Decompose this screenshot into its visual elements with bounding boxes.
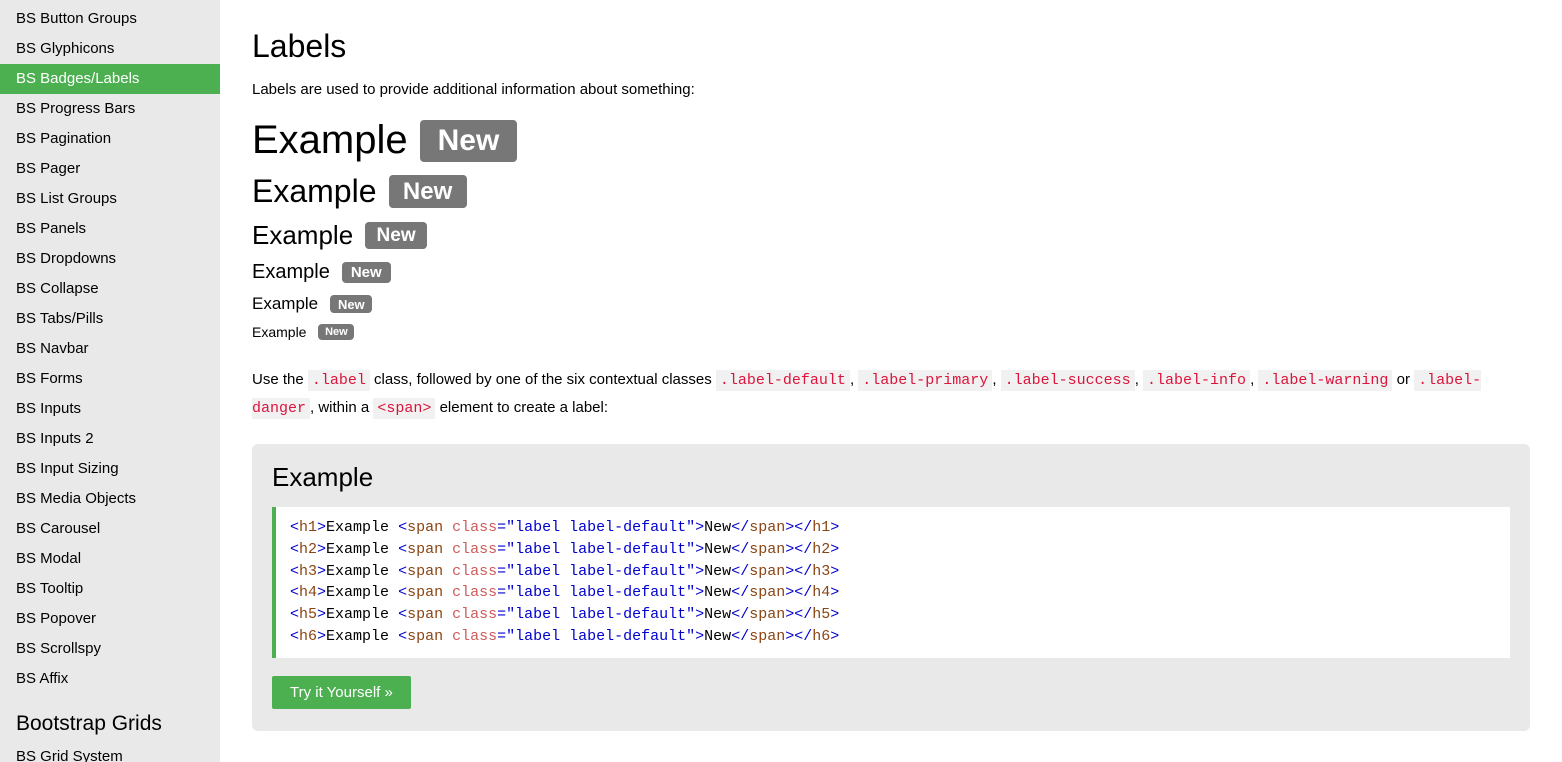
label-badge: New — [342, 262, 391, 283]
label-examples: ExampleNewExampleNewExampleNewExampleNew… — [252, 118, 1530, 340]
example-text: Example — [252, 220, 353, 251]
code-label-info: .label-info — [1143, 370, 1250, 391]
sidebar-item-bs-collapse[interactable]: BS Collapse — [0, 274, 220, 304]
sidebar-item-bs-pagination[interactable]: BS Pagination — [0, 124, 220, 154]
label-badge: New — [420, 120, 518, 162]
section-title: Labels — [252, 28, 1530, 65]
sidebar-item-bs-inputs-2[interactable]: BS Inputs 2 — [0, 424, 220, 454]
code-line: <h4>Example <span class="label label-def… — [290, 582, 1496, 604]
example-text: Example — [252, 324, 306, 340]
example-text: Example — [252, 118, 408, 163]
sidebar-item-bs-tooltip[interactable]: BS Tooltip — [0, 574, 220, 604]
main-content: Labels Labels are used to provide additi… — [220, 0, 1562, 762]
sidebar-section-header-grids: Bootstrap Grids — [0, 694, 220, 742]
label-badge: New — [365, 222, 427, 249]
sidebar-item-bs-panels[interactable]: BS Panels — [0, 214, 220, 244]
label-badge: New — [389, 175, 467, 209]
example-h3: Example New — [252, 220, 1530, 251]
sidebar-item-bs-dropdowns[interactable]: BS Dropdowns — [0, 244, 220, 274]
example-text: Example — [252, 173, 377, 210]
code-label-success: .label-success — [1001, 370, 1135, 391]
sidebar-item-bs-navbar[interactable]: BS Navbar — [0, 334, 220, 364]
intro-text: Labels are used to provide additional in… — [252, 81, 1530, 98]
code-label-primary: .label-primary — [858, 370, 992, 391]
code-label: .label — [308, 370, 370, 391]
description-text: Use the .label class, followed by one of… — [252, 366, 1530, 422]
sidebar-item-bs-carousel[interactable]: BS Carousel — [0, 514, 220, 544]
code-line: <h5>Example <span class="label label-def… — [290, 604, 1496, 626]
label-badge: New — [318, 324, 354, 339]
sidebar-item-bs-badges-labels[interactable]: BS Badges/Labels — [0, 64, 220, 94]
sidebar-item-bs-media-objects[interactable]: BS Media Objects — [0, 484, 220, 514]
sidebar-item-bs-inputs[interactable]: BS Inputs — [0, 394, 220, 424]
example-text: Example — [252, 294, 318, 314]
code-label-warning: .label-warning — [1258, 370, 1392, 391]
example-panel: Example <h1>Example <span class="label l… — [252, 444, 1530, 731]
code-line: <h2>Example <span class="label label-def… — [290, 539, 1496, 561]
sidebar-item-bs-popover[interactable]: BS Popover — [0, 604, 220, 634]
sidebar-item-bs-button-groups[interactable]: BS Button Groups — [0, 4, 220, 34]
sidebar-item-bs-scrollspy[interactable]: BS Scrollspy — [0, 634, 220, 664]
example-h4: Example New — [252, 261, 1530, 284]
label-badge: New — [330, 295, 372, 313]
code-line: <h6>Example <span class="label label-def… — [290, 626, 1496, 648]
example-text: Example — [252, 261, 330, 284]
example-h5: Example New — [252, 294, 1530, 314]
sidebar-item-bs-affix[interactable]: BS Affix — [0, 664, 220, 694]
sidebar-item-bs-grid-system[interactable]: BS Grid System — [0, 742, 220, 762]
sidebar-item-bs-pager[interactable]: BS Pager — [0, 154, 220, 184]
sidebar-item-bs-list-groups[interactable]: BS List Groups — [0, 184, 220, 214]
sidebar: BS Button GroupsBS GlyphiconsBS Badges/L… — [0, 0, 220, 762]
code-label-default: .label-default — [716, 370, 850, 391]
sidebar-item-bs-input-sizing[interactable]: BS Input Sizing — [0, 454, 220, 484]
example-panel-title: Example — [272, 462, 1510, 493]
example-h2: Example New — [252, 173, 1530, 210]
sidebar-item-bs-tabs-pills[interactable]: BS Tabs/Pills — [0, 304, 220, 334]
sidebar-item-bs-glyphicons[interactable]: BS Glyphicons — [0, 34, 220, 64]
example-h6: Example New — [252, 324, 1530, 340]
code-block: <h1>Example <span class="label label-def… — [272, 507, 1510, 658]
try-it-yourself-button[interactable]: Try it Yourself » — [272, 676, 411, 709]
sidebar-item-bs-forms[interactable]: BS Forms — [0, 364, 220, 394]
example-h1: Example New — [252, 118, 1530, 163]
code-line: <h1>Example <span class="label label-def… — [290, 517, 1496, 539]
sidebar-item-bs-progress-bars[interactable]: BS Progress Bars — [0, 94, 220, 124]
sidebar-item-bs-modal[interactable]: BS Modal — [0, 544, 220, 574]
code-span-tag: <span> — [373, 398, 435, 419]
code-line: <h3>Example <span class="label label-def… — [290, 561, 1496, 583]
